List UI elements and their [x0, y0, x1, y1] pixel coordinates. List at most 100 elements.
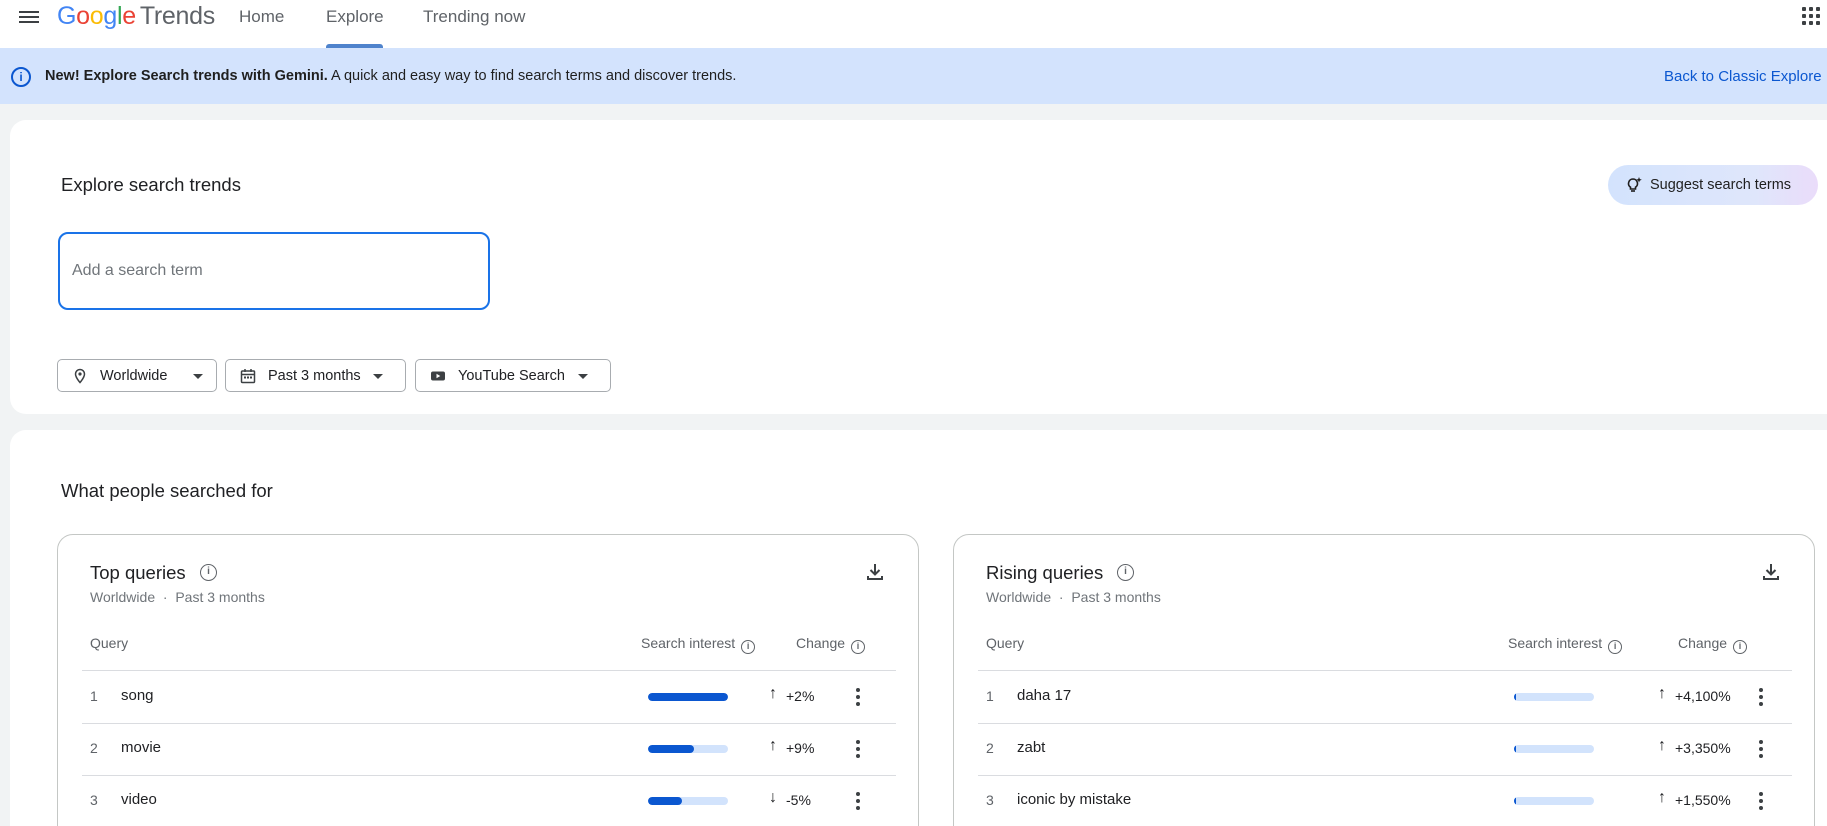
tab-explore-label: Explore: [326, 7, 384, 26]
search-property-filter-label: YouTube Search: [458, 368, 565, 384]
row-query[interactable]: video: [121, 791, 157, 808]
info-icon[interactable]: i: [1117, 564, 1134, 581]
location-pin-icon: [72, 368, 88, 384]
results-card: What people searched for Top queries i W…: [10, 430, 1827, 826]
table-row[interactable]: 1 song ↑ +2%: [82, 671, 896, 723]
row-rank: 2: [90, 740, 98, 756]
search-property-filter[interactable]: YouTube Search: [415, 359, 611, 392]
location-filter-label: Worldwide: [100, 368, 168, 384]
table-row[interactable]: 3 iconic by mistake ↑ +1,550%: [978, 775, 1792, 826]
row-rank: 1: [90, 688, 98, 704]
row-change: +4,100%: [1675, 688, 1731, 704]
search-interest-fill: [648, 693, 728, 701]
column-header-query: Query: [90, 635, 129, 651]
tab-explore[interactable]: Explore: [326, 0, 384, 48]
tab-trending-now-label: Trending now: [423, 7, 526, 26]
table-row[interactable]: 1 daha 17 ↑ +4,100%: [978, 671, 1792, 723]
logo-letter: G: [57, 2, 77, 30]
chevron-down-icon: [373, 374, 383, 379]
column-header-query: Query: [986, 635, 1025, 651]
row-change: +3,350%: [1675, 740, 1731, 756]
search-term-field[interactable]: [58, 232, 490, 310]
column-header-search-interest-label: Search interest: [1508, 635, 1603, 651]
search-interest-fill: [1514, 797, 1517, 805]
row-change: +2%: [786, 688, 815, 704]
search-interest-fill: [648, 797, 682, 805]
tab-trending-now[interactable]: Trending now: [423, 0, 525, 48]
chevron-down-icon: [193, 374, 203, 379]
arrow-up-icon: ↑: [1658, 685, 1666, 702]
hamburger-menu-icon[interactable]: [18, 6, 40, 28]
row-rank: 2: [986, 740, 994, 756]
logo-letter: o: [76, 2, 90, 30]
youtube-icon: [430, 368, 446, 384]
subtitle-location: Worldwide: [90, 589, 156, 605]
top-queries-subtitle: Worldwide · Past 3 months: [90, 589, 265, 605]
top-app-bar: Google Trends Home Explore Trending now: [0, 0, 1827, 48]
banner-message-text: A quick and easy way to find search term…: [327, 68, 737, 84]
subtitle-separator: ·: [162, 589, 168, 605]
arrow-up-icon: ↑: [1658, 789, 1666, 806]
row-change: +1,550%: [1675, 792, 1731, 808]
more-vert-icon[interactable]: [851, 686, 865, 708]
top-queries-panel: Top queries i Worldwide · Past 3 months …: [57, 534, 919, 826]
search-interest-bar: [648, 693, 728, 701]
back-to-classic-explore-link[interactable]: Back to Classic Explore: [1664, 68, 1822, 85]
rising-queries-subtitle: Worldwide · Past 3 months: [986, 589, 1161, 605]
row-query[interactable]: song: [121, 687, 154, 704]
row-query[interactable]: iconic by mistake: [1017, 791, 1131, 808]
info-icon[interactable]: i: [1733, 640, 1748, 654]
more-vert-icon[interactable]: [1754, 738, 1768, 760]
download-icon[interactable]: [865, 562, 885, 582]
logo-letter: e: [122, 2, 136, 30]
arrow-down-icon: ↓: [769, 789, 777, 806]
search-interest-bar: [648, 745, 728, 753]
row-rank: 3: [90, 792, 98, 808]
rising-queries-title: Rising queries: [986, 562, 1104, 583]
arrow-up-icon: ↑: [769, 685, 777, 702]
download-icon[interactable]: [1761, 562, 1781, 582]
calendar-icon: [240, 368, 256, 384]
more-vert-icon[interactable]: [851, 738, 865, 760]
column-header-change-label: Change: [796, 635, 846, 651]
sparkle-bulb-icon: [1627, 176, 1643, 198]
google-trends-logo[interactable]: Google Trends: [57, 2, 215, 31]
time-range-filter[interactable]: Past 3 months: [225, 359, 406, 392]
tab-home[interactable]: Home: [239, 0, 284, 48]
info-icon[interactable]: i: [1608, 640, 1623, 654]
table-row[interactable]: 2 zabt ↑ +3,350%: [978, 723, 1792, 775]
info-icon: i: [11, 67, 31, 87]
more-vert-icon[interactable]: [851, 790, 865, 812]
column-header-change: Change i: [796, 635, 866, 654]
location-filter[interactable]: Worldwide: [57, 359, 217, 392]
column-header-search-interest: Search interest i: [1508, 635, 1623, 654]
row-query[interactable]: zabt: [1017, 739, 1045, 756]
rising-queries-panel: Rising queries i Worldwide · Past 3 mont…: [953, 534, 1815, 826]
column-header-search-interest-label: Search interest: [641, 635, 736, 651]
arrow-up-icon: ↑: [1658, 737, 1666, 754]
info-icon[interactable]: i: [851, 640, 866, 654]
info-icon[interactable]: i: [200, 564, 217, 581]
search-interest-fill: [1514, 693, 1517, 701]
search-interest-bar: [1514, 797, 1594, 805]
row-query[interactable]: daha 17: [1017, 687, 1071, 704]
table-row[interactable]: 2 movie ↑ +9%: [82, 723, 896, 775]
info-icon[interactable]: i: [741, 640, 756, 654]
table-row[interactable]: 3 video ↓ -5%: [82, 775, 896, 826]
subtitle-period: Past 3 months: [1071, 589, 1161, 605]
row-change: +9%: [786, 740, 815, 756]
more-vert-icon[interactable]: [1754, 686, 1768, 708]
search-interest-fill: [648, 745, 695, 753]
logo-letter: o: [89, 2, 104, 30]
tab-home-label: Home: [239, 7, 285, 26]
logo-product-name: Trends: [139, 2, 215, 30]
banner-message: New! Explore Search trends with Gemini. …: [45, 68, 736, 84]
column-header-change: Change i: [1678, 635, 1748, 654]
row-rank: 1: [986, 688, 994, 704]
row-query[interactable]: movie: [121, 739, 161, 756]
apps-grid-icon[interactable]: [1802, 7, 1820, 25]
more-vert-icon[interactable]: [1754, 790, 1768, 812]
results-title: What people searched for: [61, 480, 273, 501]
search-input[interactable]: [72, 258, 472, 284]
suggest-search-terms-button[interactable]: Suggest search terms: [1608, 165, 1818, 205]
